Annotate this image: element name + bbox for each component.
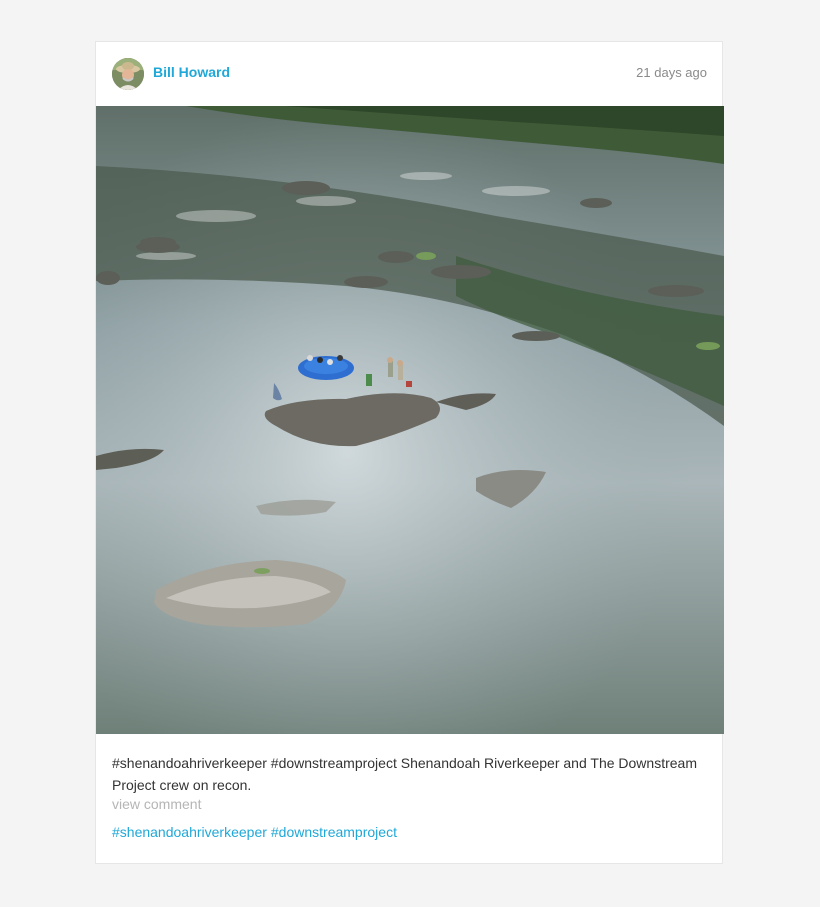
hashtag-link[interactable]: #downstreamproject — [271, 824, 397, 840]
post-header: Bill Howard 21 days ago — [96, 42, 722, 106]
avatar[interactable] — [112, 58, 144, 90]
river-scene-image — [96, 106, 724, 734]
view-comment-link[interactable]: view comment — [112, 796, 201, 812]
hashtag-list: #shenandoahriverkeeper #downstreamproject — [112, 824, 397, 840]
post-timestamp: 21 days ago — [636, 65, 707, 80]
author-name[interactable]: Bill Howard — [153, 64, 230, 80]
post-photo[interactable] — [96, 106, 724, 734]
avatar-image — [112, 58, 144, 90]
post-card: Bill Howard 21 days ago #shenandoahriver… — [95, 41, 724, 864]
hashtag-link[interactable]: #shenandoahriverkeeper — [112, 824, 267, 840]
post-caption: #shenandoahriverkeeper #downstreamprojec… — [112, 755, 697, 793]
